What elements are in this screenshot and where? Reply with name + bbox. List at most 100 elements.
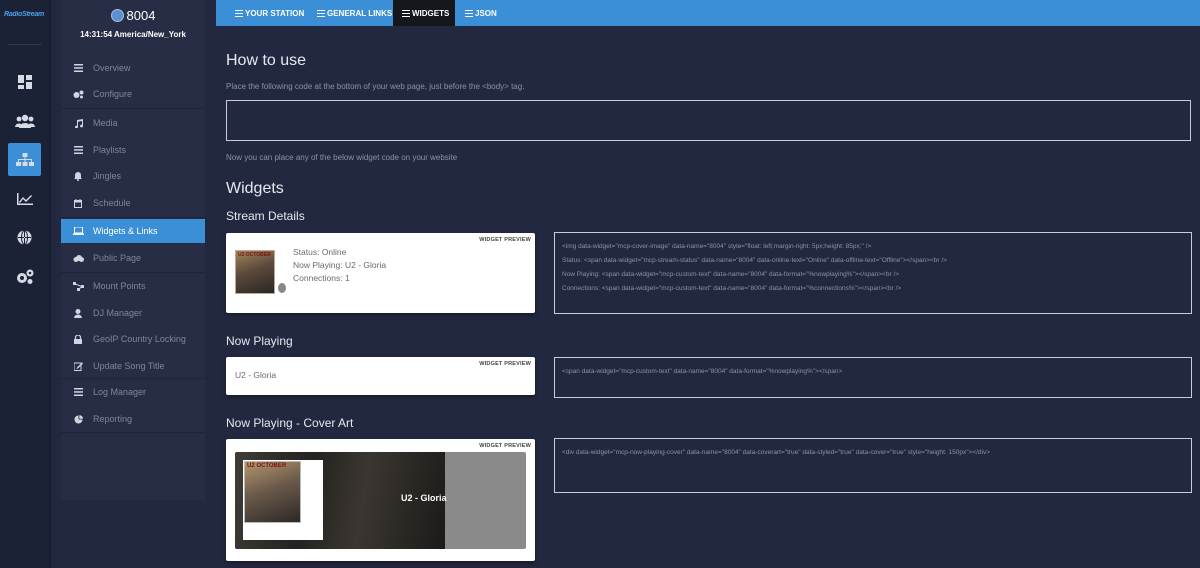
sidebar-item-label: Mount Points xyxy=(93,281,146,291)
sidebar-item-log-manager[interactable]: Log Manager xyxy=(61,380,205,404)
cover-song-title: U2 - Gloria xyxy=(401,493,447,503)
rail-settings[interactable] xyxy=(8,260,41,293)
connections-text: Connections: 1 xyxy=(293,273,350,283)
rail-users[interactable] xyxy=(8,104,41,137)
sidebar-item-schedule[interactable]: Schedule xyxy=(61,191,205,215)
now-playing-code[interactable]: <span data-widget="mcp-custom-text" data… xyxy=(554,357,1192,398)
sitemap-icon xyxy=(61,281,93,291)
sidebar-item-label: Jingles xyxy=(93,171,122,181)
top-tab-bar: YOUR STATION GENERAL LINKS WIDGETS JSON xyxy=(216,0,1200,26)
users-icon xyxy=(14,114,35,128)
sidebar-divider xyxy=(61,217,205,218)
sidebar-item-label: GeoIP Country Locking xyxy=(93,334,186,344)
sidebar-item-media[interactable]: Media xyxy=(61,111,205,135)
sidebar-divider xyxy=(61,272,205,273)
how-to-use-text: Place the following code at the bottom o… xyxy=(226,82,525,91)
cover-art-preview: WIDGET PREVIEW U2 OCTOBER U2 - Gloria xyxy=(226,439,535,561)
now-playing-preview: WIDGET PREVIEW U2 - Gloria xyxy=(226,357,535,395)
list-icon xyxy=(317,10,325,17)
sidebar-divider xyxy=(61,108,205,109)
stream-details-preview: WIDGET PREVIEW U2 OCTOBER Status: Online… xyxy=(226,233,535,313)
lock-icon xyxy=(61,334,93,344)
widgets-title: Widgets xyxy=(226,180,284,197)
sidebar-divider xyxy=(61,378,205,379)
list-icon xyxy=(61,388,93,396)
sidebar-item-label: Update Song Title xyxy=(93,361,165,371)
rail-dashboard[interactable] xyxy=(8,65,41,98)
sidebar-item-label: Reporting xyxy=(93,414,133,424)
tab-label: WIDGETS xyxy=(412,8,450,18)
status-text: Status: Online xyxy=(293,247,347,257)
list-icon xyxy=(235,10,243,17)
now-playing-title: Now Playing xyxy=(226,334,293,348)
list-icon xyxy=(61,146,93,154)
laptop-icon xyxy=(61,227,93,235)
sidebar-item-label: Playlists xyxy=(93,145,127,155)
list-icon xyxy=(465,10,473,17)
sidebar-item-configure[interactable]: Configure xyxy=(61,82,205,106)
bars-icon xyxy=(61,64,93,72)
station-clock: 14:31:54 America/New_York xyxy=(80,30,186,39)
sidebar-item-label: Configure xyxy=(93,89,133,99)
tab-label: JSON xyxy=(475,8,497,18)
now-playing-text: Now Playing: U2 - Gloria xyxy=(293,260,387,270)
stream-details-title: Stream Details xyxy=(226,209,305,223)
cogs-icon xyxy=(16,269,33,284)
sidebar-item-label: Media xyxy=(93,118,118,128)
sidebar-item-geoip[interactable]: GeoIP Country Locking xyxy=(61,327,205,351)
sitemap-icon xyxy=(15,152,34,166)
sidebar-item-label: Public Page xyxy=(93,253,142,263)
widget-preview-tag: WIDGET PREVIEW xyxy=(479,361,531,367)
now-playing-value: U2 - Gloria xyxy=(235,370,277,380)
sidebar: 8004 14:31:54 America/New_York Overview … xyxy=(61,0,205,500)
sidebar-item-label: DJ Manager xyxy=(93,308,143,318)
how-to-use-title: How to use xyxy=(226,52,307,69)
sidebar-item-dj-manager[interactable]: DJ Manager xyxy=(61,301,205,325)
cover-art-code[interactable]: <div data-widget="mcp-now-playing-cover"… xyxy=(554,438,1192,493)
sidebar-item-reporting[interactable]: Reporting xyxy=(61,407,205,431)
album-cover-image: U2 OCTOBER xyxy=(244,461,301,523)
sidebar-item-label: Overview xyxy=(93,63,131,73)
sidebar-item-label: Schedule xyxy=(93,198,131,208)
list-icon xyxy=(402,10,410,17)
sidebar-item-public-page[interactable]: Public Page xyxy=(61,246,205,270)
code-line: <div data-widget="mcp-now-playing-cover"… xyxy=(562,449,991,456)
sidebar-item-playlists[interactable]: Playlists xyxy=(61,138,205,162)
rail-divider xyxy=(8,44,42,45)
code-line: Status: <span data-widget="mcp-stream-st… xyxy=(562,257,947,264)
icon-rail: RadioStream xyxy=(0,0,51,568)
pie-chart-icon xyxy=(61,414,93,424)
album-cover-text: U2 OCTOBER xyxy=(238,252,271,258)
stream-details-code[interactable]: <img data-widget="mcp-cover-image" data-… xyxy=(554,232,1192,314)
dashboard-icon xyxy=(17,74,32,89)
tab-label: YOUR STATION xyxy=(245,8,305,18)
station-header: 8004 xyxy=(61,8,205,23)
code-line: Connections: <span data-widget="mcp-cust… xyxy=(562,285,902,292)
stream-info: Status: Online Now Playing: U2 - Gloria … xyxy=(293,246,386,285)
brand-logo[interactable]: RadioStream xyxy=(4,11,46,21)
tab-your-station[interactable]: YOUR STATION xyxy=(226,0,308,26)
sidebar-item-overview[interactable]: Overview xyxy=(61,56,205,80)
sidebar-item-label: Log Manager xyxy=(93,387,147,397)
station-globe-icon xyxy=(110,9,124,22)
sidebar-item-widgets-links[interactable]: Widgets & Links xyxy=(61,219,205,243)
rail-stats[interactable] xyxy=(8,182,41,215)
calendar-icon xyxy=(61,198,93,208)
rail-globe[interactable] xyxy=(8,221,41,254)
user-icon xyxy=(61,308,93,318)
tab-general-links[interactable]: GENERAL LINKS xyxy=(308,0,392,26)
tab-json[interactable]: JSON xyxy=(456,0,500,26)
sidebar-item-jingles[interactable]: Jingles xyxy=(61,164,205,188)
widget-preview-tag: WIDGET PREVIEW xyxy=(479,237,531,243)
album-cover-text: U2 OCTOBER xyxy=(247,463,287,469)
cover-art-title: Now Playing - Cover Art xyxy=(226,416,354,430)
sidebar-item-mount-points[interactable]: Mount Points xyxy=(61,274,205,298)
rail-sitemap[interactable] xyxy=(8,143,41,176)
sidebar-item-update-song-title[interactable]: Update Song Title xyxy=(61,354,205,378)
chart-icon xyxy=(16,192,33,205)
tab-widgets[interactable]: WIDGETS xyxy=(393,0,455,26)
embed-script-textarea[interactable] xyxy=(226,100,1191,141)
code-line: Now Playing: <span data-widget="mcp-cust… xyxy=(562,271,900,278)
sidebar-divider xyxy=(61,432,205,433)
code-line: <span data-widget="mcp-custom-text" data… xyxy=(562,368,843,375)
